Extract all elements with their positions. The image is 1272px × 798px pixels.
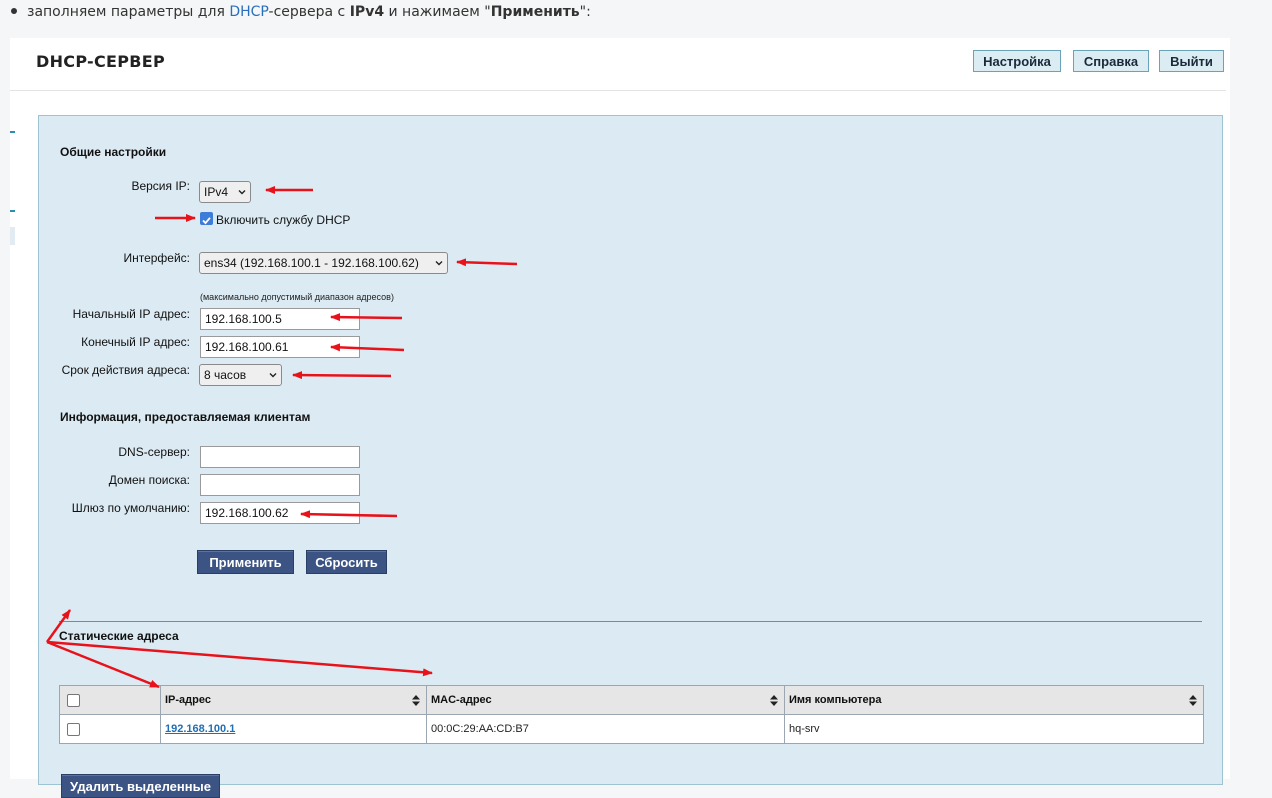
select-all-cell	[59, 685, 161, 715]
chevron-down-icon	[269, 373, 277, 378]
apply-button[interactable]: Применить	[197, 550, 294, 574]
main-panel: DHCP-СЕРВЕР Настройка Справка Выйти Общи…	[10, 38, 1230, 798]
column-ip-label: IP-адрес	[165, 694, 211, 706]
help-button[interactable]: Справка	[1073, 50, 1149, 72]
sort-icon	[770, 695, 778, 706]
reset-button[interactable]: Сбросить	[306, 550, 387, 574]
chevron-down-icon	[435, 261, 443, 266]
chevron-down-icon	[238, 190, 246, 195]
client-info-title: Информация, предоставляемая клиентам	[60, 410, 311, 424]
static-addresses-title: Статические адреса	[59, 629, 179, 643]
column-mac-label: MAC-адрес	[431, 694, 492, 706]
column-mac[interactable]: MAC-адрес	[426, 685, 785, 715]
header-divider	[10, 90, 1226, 91]
sidebar-edge-mark	[10, 210, 15, 212]
column-hostname-label: Имя компьютера	[789, 694, 882, 706]
sort-icon	[1189, 695, 1197, 706]
ip-version-label: Версия IP:	[131, 179, 190, 193]
intro-text: и нажимаем "	[384, 4, 491, 20]
lease-time-label: Срок действия адреса:	[61, 363, 190, 377]
interface-label: Интерфейс:	[123, 251, 190, 265]
dns-server-label: DNS-сервер:	[118, 445, 190, 459]
column-ip[interactable]: IP-адрес	[160, 685, 427, 715]
ip-version-value: IPv4	[204, 185, 229, 199]
hostname-cell: hq-srv	[784, 714, 1204, 744]
general-settings-title: Общие настройки	[60, 145, 167, 159]
section-divider	[59, 621, 1202, 622]
instruction-line: заполняем параметры для DHCP-сервера с I…	[11, 2, 591, 22]
interface-select[interactable]: ens34 (192.168.100.1 - 192.168.100.62)	[199, 252, 448, 274]
mac-cell: 00:0C:29:AA:CD:B7	[426, 714, 785, 744]
intro-text: ":	[579, 4, 591, 20]
enable-dhcp-label: Включить службу DHCP	[216, 213, 351, 227]
interface-value: ens34 (192.168.100.1 - 192.168.100.62)	[204, 256, 419, 270]
row-checkbox[interactable]	[67, 722, 80, 736]
lease-time-value: 8 часов	[204, 368, 247, 382]
page-title: DHCP-СЕРВЕР	[36, 52, 166, 71]
sort-icon	[412, 695, 420, 706]
checkmark-icon	[202, 217, 211, 225]
ip-link[interactable]: 192.168.100.1	[165, 723, 235, 735]
intro-bold-apply: Применить	[490, 4, 580, 20]
select-all-checkbox[interactable]	[67, 693, 80, 707]
dns-server-input[interactable]	[200, 446, 360, 468]
row-select-cell	[59, 714, 161, 744]
settings-button[interactable]: Настройка	[973, 50, 1061, 72]
enable-dhcp-checkbox[interactable]	[200, 212, 213, 225]
table-header-row: IP-адрес MAC-адрес Имя компьютера	[59, 685, 1204, 715]
delete-selected-button[interactable]: Удалить выделенные	[61, 774, 220, 798]
ip-version-select[interactable]: IPv4	[199, 181, 251, 203]
intro-text: заполняем параметры для	[27, 4, 230, 20]
table-row: 192.168.100.1 00:0C:29:AA:CD:B7 hq-srv	[59, 714, 1204, 744]
start-ip-input[interactable]: 192.168.100.5	[200, 308, 360, 330]
end-ip-input[interactable]: 192.168.100.61	[200, 336, 360, 358]
ip-cell: 192.168.100.1	[160, 714, 427, 744]
range-note: (максимально допустимый диапазон адресов…	[200, 292, 394, 302]
end-ip-label: Конечный IP адрес:	[81, 335, 190, 349]
start-ip-label: Начальный IP адрес:	[72, 307, 190, 321]
dhcp-form: Общие настройки Версия IP: IPv4 Включить…	[38, 115, 1223, 798]
static-addresses-table: IP-адрес MAC-адрес Имя компьютера 192.16…	[59, 685, 1204, 744]
dhcp-link[interactable]: DHCP	[229, 4, 268, 20]
search-domain-label: Домен поиска:	[108, 473, 190, 487]
search-domain-input[interactable]	[200, 474, 360, 496]
intro-text: -сервера с	[268, 4, 350, 20]
bullet-icon	[11, 8, 17, 14]
sidebar-edge-mark	[10, 131, 15, 133]
gateway-input[interactable]: 192.168.100.62	[200, 502, 360, 524]
exit-button[interactable]: Выйти	[1159, 50, 1224, 72]
sidebar-edge-block	[10, 227, 15, 245]
gateway-label: Шлюз по умолчанию:	[71, 501, 190, 515]
intro-bold-ipv4: IPv4	[349, 4, 385, 20]
column-hostname[interactable]: Имя компьютера	[784, 685, 1204, 715]
lease-time-select[interactable]: 8 часов	[199, 364, 282, 386]
